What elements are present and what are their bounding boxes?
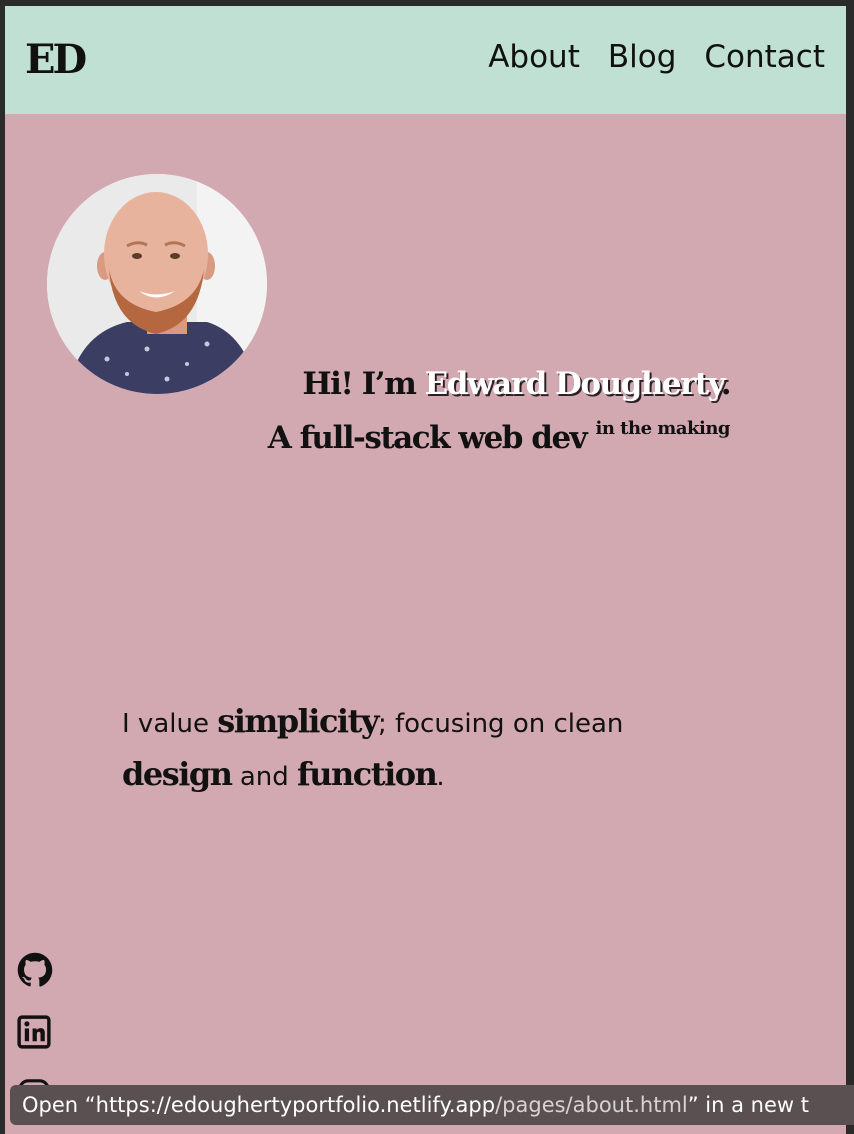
github-icon[interactable]	[17, 952, 53, 988]
tagline-text-4: .	[436, 762, 445, 792]
profile-photo	[47, 174, 267, 394]
tagline-emphasis-simplicity: simplicity	[217, 702, 379, 740]
status-bar-suffix: ” in a new t	[687, 1093, 809, 1117]
status-bar-path: /pages/about.html	[495, 1093, 688, 1117]
hero-greeting: Hi! I’m	[302, 366, 417, 402]
tagline-text-1: I value	[122, 709, 209, 739]
hero-role-superscript: in the making	[595, 418, 730, 439]
hero-greeting-line: Hi! I’m Edward Dougherty.	[185, 362, 732, 406]
tagline-emphasis-design: design	[122, 755, 233, 793]
nav-link-contact[interactable]: Contact	[704, 39, 825, 75]
status-bar-prefix: Open “https://edoughertyportfolio.netlif…	[22, 1093, 496, 1117]
hero-role: A full-stack web dev	[267, 420, 588, 456]
browser-viewport: ED About Blog Contact Hi! I’m Edward Dou…	[5, 6, 846, 1134]
linkedin-icon[interactable]	[17, 1015, 51, 1049]
hero-role-line: A full-stack web dev in the making	[185, 406, 731, 461]
tagline-emphasis-function: function	[297, 755, 438, 793]
link-status-bar: Open “https://edoughertyportfolio.netlif…	[10, 1085, 854, 1125]
hero-name: Edward Dougherty	[424, 366, 723, 402]
navbar: ED About Blog Contact	[5, 6, 846, 114]
tagline: I value simplicity; focusing on clean de…	[122, 696, 702, 802]
hero-heading: Hi! I’m Edward Dougherty. A full-stack w…	[185, 362, 732, 461]
nav-link-about[interactable]: About	[488, 39, 580, 75]
hero-period: .	[720, 366, 732, 402]
nav-link-blog[interactable]: Blog	[608, 39, 677, 75]
tagline-text-2: ; focusing on clean	[377, 709, 624, 739]
site-logo[interactable]: ED	[25, 36, 87, 83]
nav-links: About Blog Contact	[488, 39, 825, 75]
tagline-text-3: and	[239, 762, 289, 792]
